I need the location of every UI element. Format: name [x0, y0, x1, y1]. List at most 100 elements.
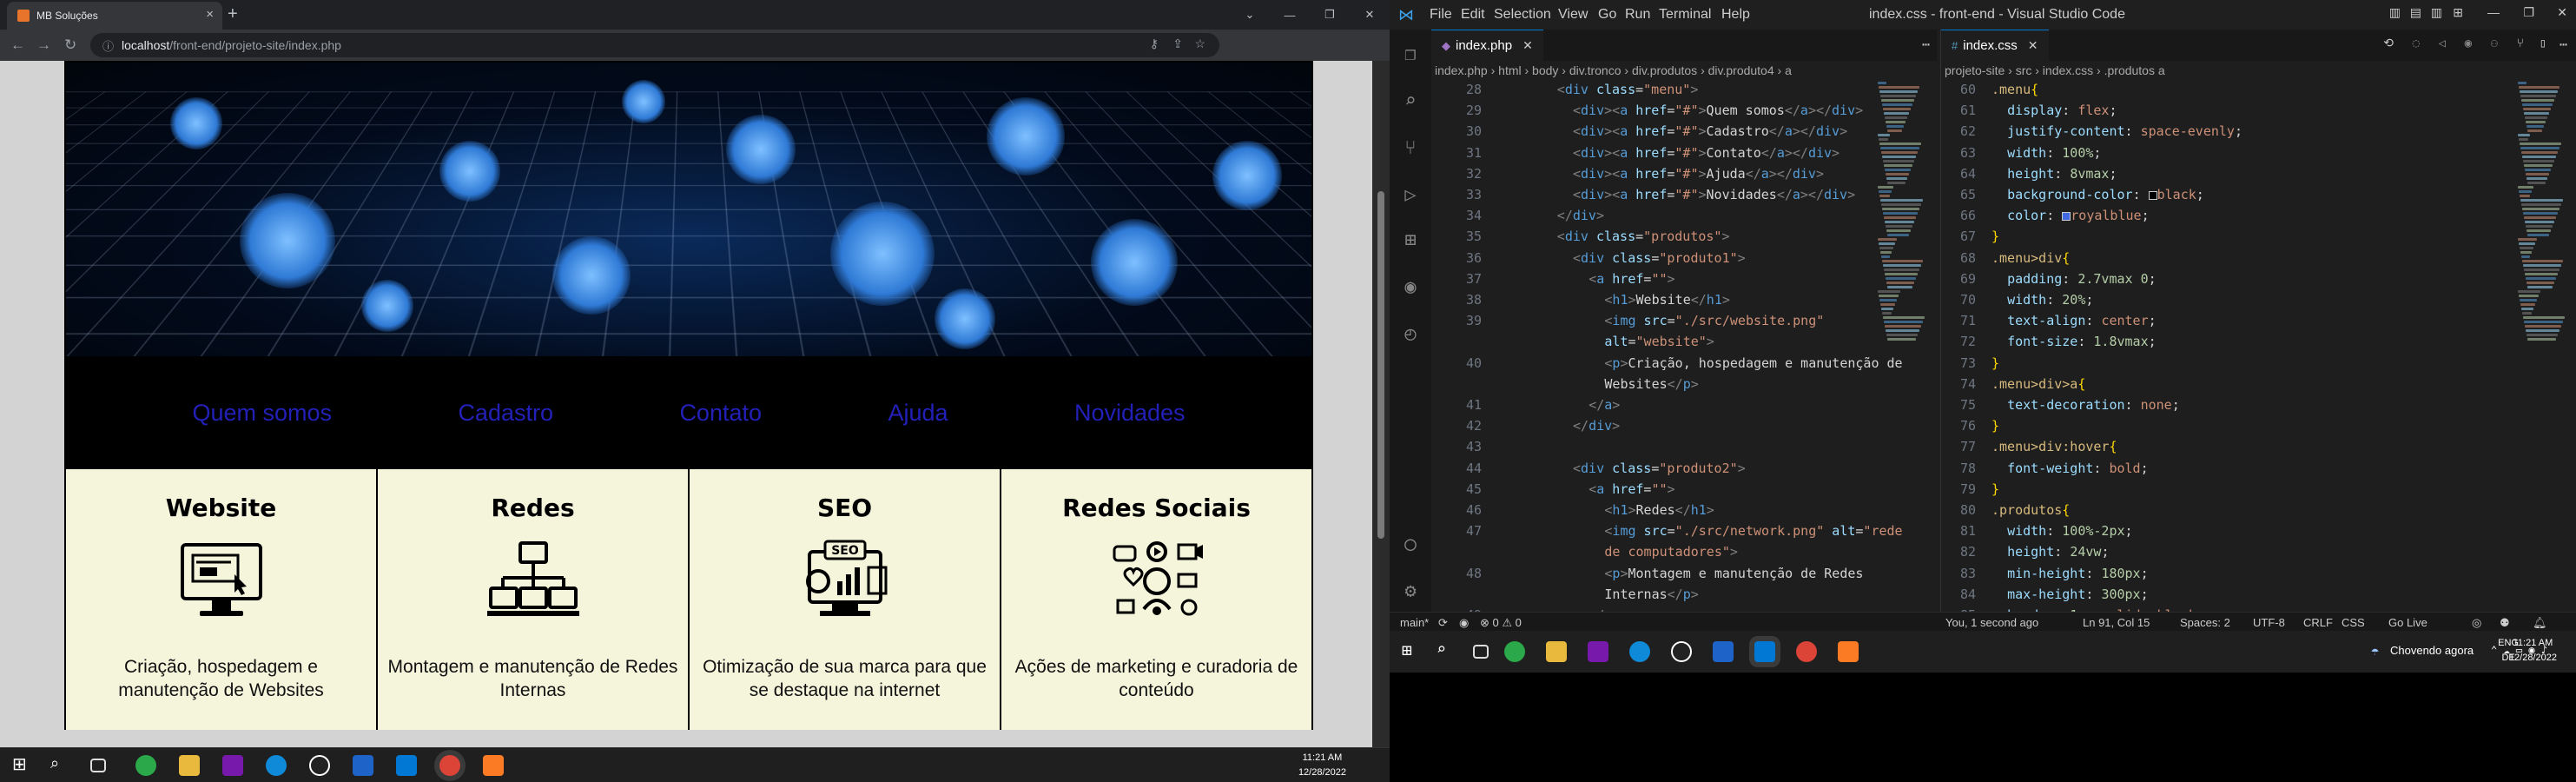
new-tab-icon[interactable]: +: [228, 4, 238, 24]
code-line[interactable]: <a href="">: [1589, 481, 1674, 497]
language-mode[interactable]: CSS: [2342, 616, 2365, 629]
vscode-taskbar-icon[interactable]: [1754, 641, 1775, 662]
copilot-icon[interactable]: ⚉: [2500, 616, 2510, 630]
bookmark-star-icon[interactable]: ☆: [1194, 36, 1205, 51]
product-card-redes-sociais[interactable]: Redes Sociais Ações de marketing e curad…: [1000, 469, 1311, 730]
start-icon[interactable]: ⊞: [12, 753, 33, 774]
minimize-icon[interactable]: —: [1270, 0, 1310, 30]
code-line[interactable]: }: [1991, 481, 1999, 497]
extensions-icon[interactable]: ⊞: [1398, 228, 1423, 252]
photos-icon[interactable]: [353, 755, 373, 776]
git-branch[interactable]: main*: [1400, 616, 1429, 629]
code-line[interactable]: width: 100%-2px;: [1991, 523, 2133, 539]
code-line[interactable]: }: [1991, 355, 1999, 371]
search-icon[interactable]: ⌕: [1437, 640, 1457, 661]
run-debug-icon[interactable]: ▷: [1398, 182, 1423, 207]
code-line[interactable]: <div class="produto2">: [1573, 461, 1746, 476]
tab-index-css[interactable]: # index.css ✕: [1941, 30, 2049, 61]
menu-link-contato[interactable]: Contato: [679, 400, 762, 427]
code-line[interactable]: color: royalblue;: [1991, 208, 2150, 223]
menu-run[interactable]: Run: [1625, 7, 1650, 23]
more-actions-icon[interactable]: ⋯: [2559, 36, 2567, 52]
code-area-css[interactable]: 60 .menu{61 display: flex; 62 justify-cont…: [1941, 80, 2576, 612]
taskbar-clock-time[interactable]: 11:21 AM 12/28/2022: [2509, 636, 2557, 666]
previous-change-icon[interactable]: ◁: [2439, 36, 2446, 50]
code-line[interactable]: <div class="produto1">: [1573, 250, 1746, 266]
task-view-icon[interactable]: [90, 759, 106, 772]
menu-link-ajuda[interactable]: Ajuda: [888, 400, 948, 427]
code-line[interactable]: <h1>Website</h1>: [1604, 292, 1730, 308]
code-line[interactable]: Internas</p>: [1604, 586, 1698, 602]
close-tab-icon[interactable]: ×: [206, 7, 214, 22]
close-icon[interactable]: ✕: [2557, 5, 2567, 20]
github-desktop-icon[interactable]: [309, 755, 330, 776]
go-live-button[interactable]: Go Live: [2388, 616, 2427, 629]
compare-icon[interactable]: ⚇: [2491, 36, 2498, 50]
forward-icon[interactable]: →: [36, 36, 51, 54]
search-icon[interactable]: ⌕: [50, 754, 71, 775]
code-area-php[interactable]: 28 <div class="menu"> 29 <div><a href="#">Q…: [1431, 80, 1937, 612]
customize-layout-icon[interactable]: ⊞: [2453, 5, 2463, 20]
code-line[interactable]: text-decoration: none;: [1991, 397, 2180, 413]
product-card-redes[interactable]: Redes Montagem e manutenção de Redes Int…: [376, 469, 688, 730]
menu-file[interactable]: File: [1430, 7, 1452, 23]
code-line[interactable]: <div><a href="#">Contato</a></div>: [1573, 145, 1840, 161]
code-line[interactable]: <div><a href="#">Novidades</a></div>: [1573, 187, 1855, 202]
code-line[interactable]: </div>: [1557, 208, 1604, 223]
github-icon[interactable]: ◉: [1398, 275, 1423, 299]
menu-link-novidades[interactable]: Novidades: [1074, 400, 1186, 427]
code-line[interactable]: width: 20%;: [1991, 292, 2093, 308]
code-line[interactable]: de computadores">: [1604, 544, 1738, 560]
code-line[interactable]: .menu>div:hover{: [1991, 439, 2117, 454]
tab-search-icon[interactable]: ⌄: [1230, 0, 1270, 30]
file-explorer-icon[interactable]: [1546, 641, 1567, 662]
whatsapp-icon[interactable]: [135, 755, 156, 776]
code-line[interactable]: text-align: center;: [1991, 313, 2157, 328]
timeline-icon[interactable]: ◴: [1398, 321, 1423, 346]
code-line[interactable]: <div class="produtos">: [1557, 229, 1730, 244]
code-line[interactable]: <img src="./src/network.png" alt="rede: [1604, 523, 1902, 539]
sync-icon[interactable]: ⟳: [1438, 616, 1448, 630]
cursor-position[interactable]: Ln 91, Col 15: [2083, 616, 2150, 629]
taskbar-clock[interactable]: 11:21 AM 12/28/2022: [1298, 751, 1346, 780]
code-line[interactable]: <a href="">: [1589, 271, 1674, 287]
git-lens-icon[interactable]: ⑂: [2517, 36, 2524, 50]
menu-help[interactable]: Help: [1721, 7, 1750, 23]
xampp-icon[interactable]: [483, 755, 504, 776]
code-line[interactable]: .menu{: [1991, 82, 2038, 97]
code-line[interactable]: background-color: black;: [1991, 187, 2204, 202]
product-card-website[interactable]: Website Criação, hospedagem e manutenção…: [66, 469, 376, 730]
onenote-icon[interactable]: [222, 755, 243, 776]
encoding[interactable]: UTF-8: [2253, 616, 2285, 629]
blame-info[interactable]: You, 1 second ago: [1945, 616, 2038, 629]
code-line[interactable]: }: [1991, 418, 1999, 434]
close-tab-icon[interactable]: ✕: [2028, 38, 2038, 53]
end-of-line[interactable]: CRLF: [2303, 616, 2333, 629]
code-line[interactable]: display: flex;: [1991, 103, 2117, 118]
task-view-icon[interactable]: [1473, 645, 1489, 659]
menu-edit[interactable]: Edit: [1461, 7, 1485, 23]
breadcrumb[interactable]: index.php › html › body › div.tronco › d…: [1431, 61, 1937, 80]
indentation[interactable]: Spaces: 2: [2180, 616, 2230, 629]
toggle-panel-icon[interactable]: ▤: [2410, 5, 2421, 20]
broadcast-icon[interactable]: ◎: [2472, 616, 2481, 630]
code-line[interactable]: justify-content: space-evenly;: [1991, 123, 2242, 139]
code-line[interactable]: alt="website">: [1604, 334, 1714, 349]
settings-gear-icon[interactable]: ⚙: [1398, 579, 1423, 603]
problems-indicator[interactable]: ⊗ 0 ⚠ 0: [1480, 616, 1522, 630]
code-line[interactable]: .menu>div>a{: [1991, 376, 2085, 392]
split-editor-icon[interactable]: ▯: [2540, 36, 2546, 50]
menu-view[interactable]: View: [1558, 7, 1588, 23]
code-line[interactable]: <div><a href="#">Ajuda</a></div>: [1573, 166, 1824, 182]
page-scrollbar[interactable]: [1372, 61, 1390, 747]
vscode-taskbar-icon[interactable]: [396, 755, 417, 776]
breadcrumb[interactable]: projeto-site › src › index.css › .produt…: [1941, 61, 2576, 80]
restore-icon[interactable]: ❐: [2523, 5, 2534, 20]
code-line[interactable]: width: 100%;: [1991, 145, 2101, 161]
code-line[interactable]: height: 8vmax;: [1991, 166, 2117, 182]
menu-link-quem-somos[interactable]: Quem somos: [192, 400, 332, 427]
code-line[interactable]: font-size: 1.8vmax;: [1991, 334, 2157, 349]
explorer-icon[interactable]: ❐: [1398, 42, 1423, 66]
code-line[interactable]: max-height: 300px;: [1991, 586, 2149, 602]
restore-icon[interactable]: ❐: [1310, 0, 1350, 30]
